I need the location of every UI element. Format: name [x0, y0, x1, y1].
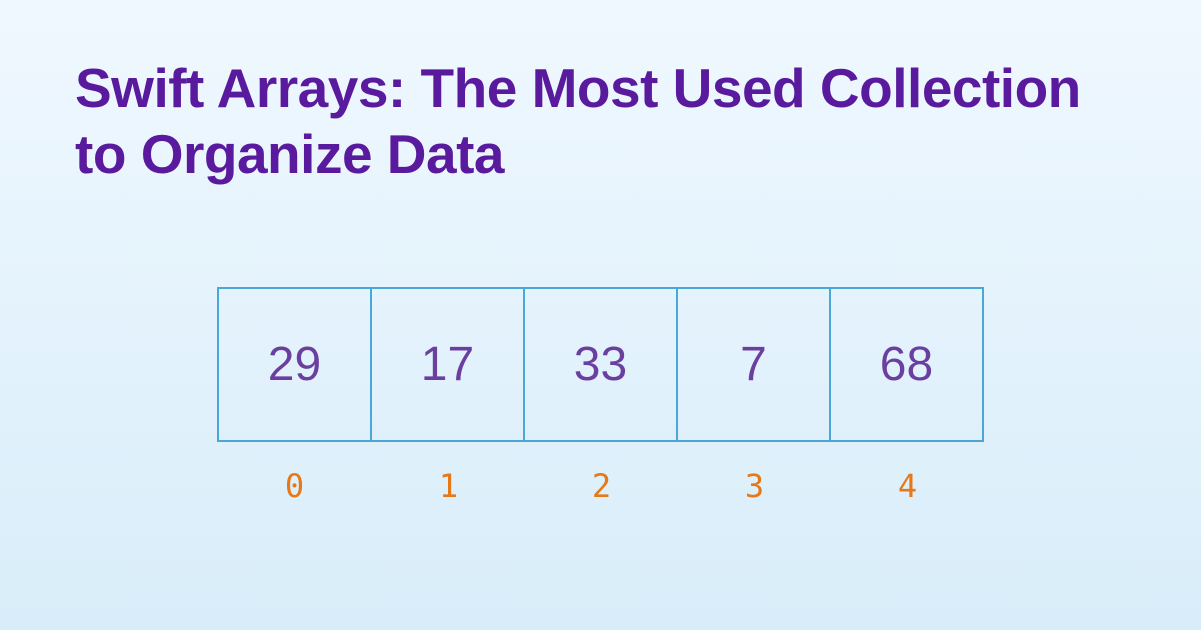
array-cells-row: 29 0 17 1 33 2 7 3 68 4: [217, 287, 984, 505]
array-diagram: 29 0 17 1 33 2 7 3 68 4: [75, 287, 1126, 505]
array-index: 2: [592, 467, 611, 505]
array-cell: 33: [523, 287, 678, 442]
array-index: 1: [439, 467, 458, 505]
array-cell-wrapper: 7 3: [678, 287, 831, 505]
page-title: Swift Arrays: The Most Used Collection t…: [75, 55, 1126, 187]
array-cell-wrapper: 68 4: [831, 287, 984, 505]
array-cell: 7: [676, 287, 831, 442]
array-cell: 29: [217, 287, 372, 442]
array-cell-wrapper: 33 2: [525, 287, 678, 505]
array-index: 4: [898, 467, 917, 505]
array-cell: 68: [829, 287, 984, 442]
array-cell-wrapper: 29 0: [217, 287, 372, 505]
array-index: 3: [745, 467, 764, 505]
array-cell-wrapper: 17 1: [372, 287, 525, 505]
array-cell: 17: [370, 287, 525, 442]
array-index: 0: [285, 467, 304, 505]
